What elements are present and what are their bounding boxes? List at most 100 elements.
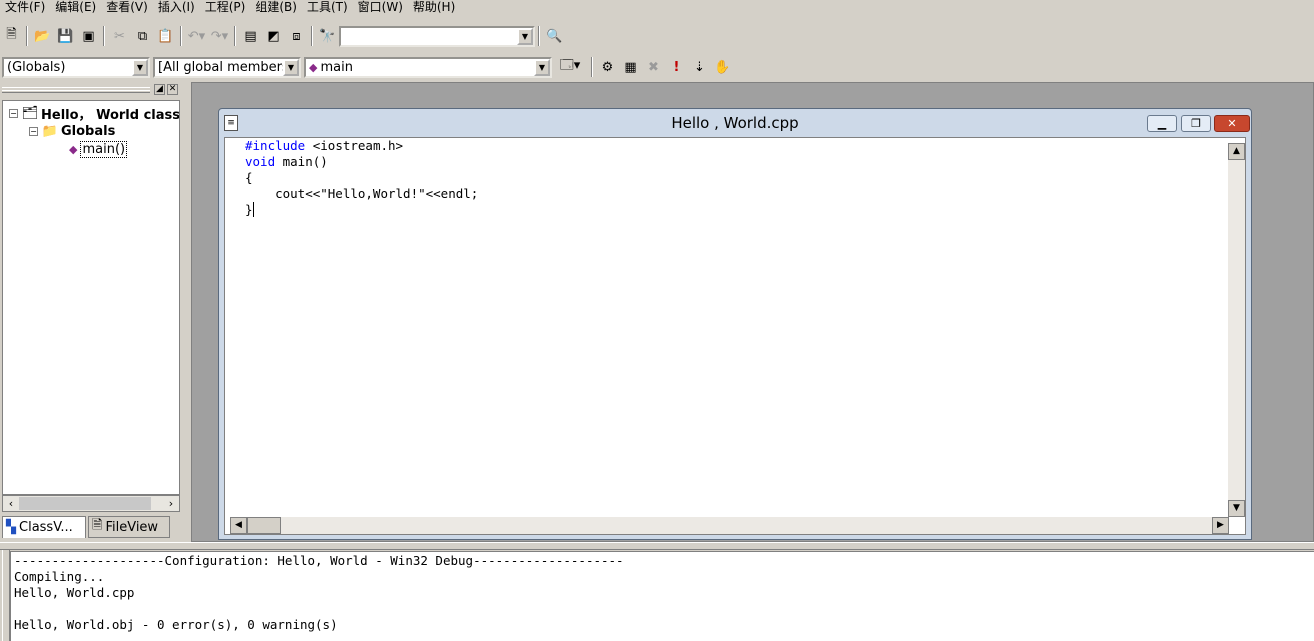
code-keyword: #include — [245, 138, 306, 153]
copy-icon[interactable]: ⧉ — [131, 25, 154, 47]
scroll-right-icon[interactable]: ▶ — [1212, 517, 1229, 534]
output-line: --------------------Configuration: Hello… — [14, 553, 624, 568]
output-line: Hello, World.obj - 0 error(s), 0 warning… — [14, 617, 338, 632]
menu-help[interactable]: 帮助(H) — [408, 0, 460, 14]
toolbar-separator — [26, 26, 28, 46]
collapse-icon[interactable]: − — [29, 126, 38, 136]
function-diamond-icon: ◆ — [69, 142, 78, 156]
standard-toolbar: 🗎 📂 💾 ▣ ✂ ⧉ 📋 ↶▾ ↷▾ ▤ ◩ ⧈ 🔭 ▼ 🔍 — [0, 22, 600, 50]
chevron-down-icon[interactable]: ▼ — [517, 27, 533, 45]
output-line: Compiling... — [14, 569, 105, 584]
text-caret — [252, 202, 254, 217]
code-line: #include <iostream.h> — [245, 138, 403, 154]
members-combo[interactable]: [All global members ▼ — [153, 56, 301, 78]
tree-item-main[interactable]: ◆ main() — [69, 140, 128, 158]
workspace-grip[interactable] — [2, 87, 150, 93]
workspace-horizontal-scrollbar[interactable]: ‹ › — [2, 495, 180, 512]
menu-edit[interactable]: 编辑(E) — [50, 0, 101, 14]
undo-icon[interactable]: ↶▾ — [185, 25, 208, 47]
tree-item-globals[interactable]: − 📁 Globals — [29, 122, 115, 140]
code-line: cout<<"Hello,World!"<<endl; — [245, 186, 478, 202]
menu-file[interactable]: 文件(F) — [0, 0, 50, 14]
cut-icon[interactable]: ✂ — [108, 25, 131, 47]
class-tree: − 🗂 Hello， World class − 📁 Globals ◆ mai… — [2, 100, 180, 495]
output-window[interactable]: --------------------Configuration: Hello… — [10, 551, 1314, 641]
menu-view[interactable]: 查看(V) — [101, 0, 153, 14]
fileview-icon: 🗎 — [92, 518, 103, 533]
find-combo[interactable]: ▼ — [339, 25, 535, 47]
document-title: Hello , World.cpp — [671, 114, 799, 132]
workspace-tabs: ▚ ClassV... 🗎 FileView — [0, 516, 182, 540]
scroll-left-icon[interactable]: ‹ — [3, 496, 19, 511]
code-editor[interactable]: #include <iostream.h> void main() { cout… — [224, 137, 1246, 535]
find-in-files-icon[interactable]: 🔭 — [316, 25, 339, 47]
menu-tools[interactable]: 工具(T) — [302, 0, 353, 14]
editor-vertical-scrollbar[interactable]: ▲ ▼ — [1228, 143, 1245, 517]
window-list-icon[interactable]: ⧈ — [285, 25, 308, 47]
scroll-left-icon[interactable]: ◀ — [230, 517, 247, 534]
collapse-icon[interactable]: − — [9, 108, 18, 118]
toolbar-separator — [103, 26, 105, 46]
toolbar-separator — [234, 26, 236, 46]
restore-icon[interactable]: ❐ — [1181, 115, 1211, 132]
menu-project[interactable]: 工程(P) — [200, 0, 251, 14]
output-grip[interactable] — [2, 550, 10, 641]
breakpoint-hand-icon[interactable]: ✋ — [711, 56, 734, 78]
save-icon[interactable]: 💾 — [54, 25, 77, 47]
tree-label-main: main() — [80, 140, 128, 158]
menu-insert[interactable]: 插入(I) — [153, 0, 200, 14]
output-toggle-icon[interactable]: ◩ — [262, 25, 285, 47]
scroll-thumb[interactable] — [247, 517, 281, 534]
document-title-bar[interactable]: ≡ Hello , World.cpp ▁ ❐ ✕ — [219, 109, 1251, 137]
menu-build[interactable]: 组建(B) — [250, 0, 302, 14]
toolbar-separator — [591, 57, 593, 77]
workspace-restore-icon[interactable]: ◢ — [154, 84, 165, 95]
scroll-up-icon[interactable]: ▲ — [1228, 143, 1245, 160]
tab-fileview[interactable]: 🗎 FileView — [88, 516, 170, 538]
redo-icon[interactable]: ↷▾ — [208, 25, 231, 47]
save-all-icon[interactable]: ▣ — [77, 25, 100, 47]
code-text: <iostream.h> — [305, 138, 404, 153]
code-text: { — [245, 170, 253, 185]
class-project-icon: 🗂 — [21, 105, 39, 121]
open-folder-icon[interactable]: 📂 — [31, 25, 54, 47]
stop-build-icon[interactable]: ✖ — [642, 56, 665, 78]
close-icon[interactable]: ✕ — [1214, 115, 1250, 132]
menu-window[interactable]: 窗口(W) — [353, 0, 408, 14]
editor-horizontal-scrollbar[interactable]: ◀ ▶ — [230, 517, 1229, 534]
source-file-icon[interactable]: ≡ — [224, 115, 238, 131]
code-text: main() — [275, 154, 328, 169]
function-diamond-icon: ◆ — [309, 60, 318, 74]
output-line: Hello, World.cpp — [14, 585, 135, 600]
close-icon[interactable]: ✕ — [167, 84, 178, 95]
chevron-down-icon[interactable]: ▼ — [534, 58, 550, 76]
scroll-thumb[interactable] — [19, 497, 151, 510]
tree-item-project[interactable]: − 🗂 Hello， World class — [9, 104, 179, 123]
scroll-down-icon[interactable]: ▼ — [1228, 500, 1245, 517]
members-combo-value: [All global members — [158, 59, 289, 75]
function-combo-value: main — [320, 59, 353, 75]
scope-combo[interactable]: (Globals) ▼ — [2, 56, 150, 78]
search-binoculars-icon[interactable]: 🔍 — [543, 25, 566, 47]
tree-label-globals: Globals — [61, 123, 116, 139]
tab-classview-label: ClassV... — [19, 520, 73, 535]
scroll-right-icon[interactable]: › — [163, 496, 179, 511]
chevron-down-icon[interactable]: ▼ — [283, 58, 299, 76]
tab-fileview-label: FileView — [105, 519, 159, 535]
classview-icon: ▚ — [6, 520, 16, 535]
minimize-icon[interactable]: ▁ — [1147, 115, 1177, 132]
go-icon[interactable]: ⇣ — [688, 56, 711, 78]
editor-margin — [225, 138, 244, 517]
output-splitter[interactable] — [0, 542, 1314, 550]
workspace-toggle-icon[interactable]: ▤ — [239, 25, 262, 47]
new-text-file-icon[interactable]: 🗎 — [0, 25, 23, 47]
chevron-down-icon[interactable]: ▼ — [132, 58, 148, 76]
paste-icon[interactable]: 📋 — [154, 25, 177, 47]
code-line: } — [245, 202, 254, 218]
execute-icon[interactable]: ! — [665, 56, 688, 78]
wizard-actions-icon[interactable]: 🗔▾ — [552, 56, 588, 78]
tab-classview[interactable]: ▚ ClassV... — [2, 516, 86, 538]
function-combo[interactable]: ◆ main ▼ — [304, 56, 552, 78]
compile-icon[interactable]: ⚙ — [596, 56, 619, 78]
build-icon[interactable]: ▦ — [619, 56, 642, 78]
